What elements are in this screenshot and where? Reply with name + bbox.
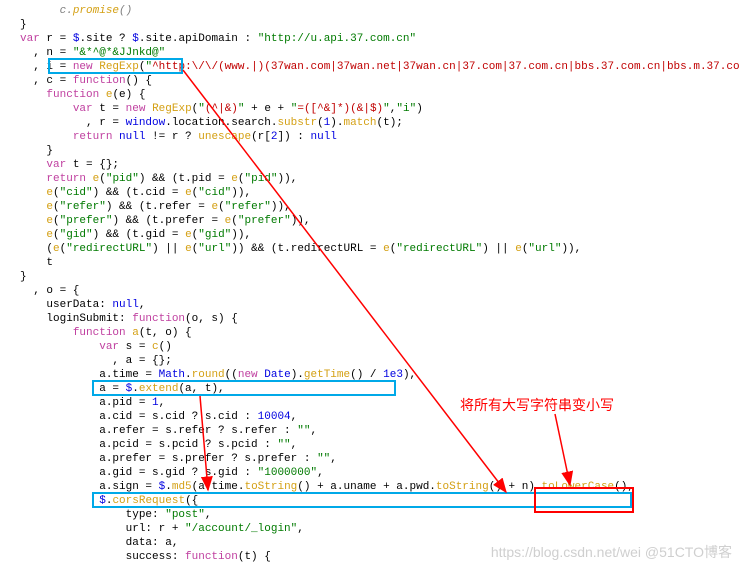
code-block: c.promise() } var r = $.site ? $.site.ap… — [0, 0, 740, 565]
code-screenshot: { "code": { "lines": [ " c.promise()", "… — [0, 0, 740, 565]
code-line: c.promise() — [20, 5, 132, 17]
